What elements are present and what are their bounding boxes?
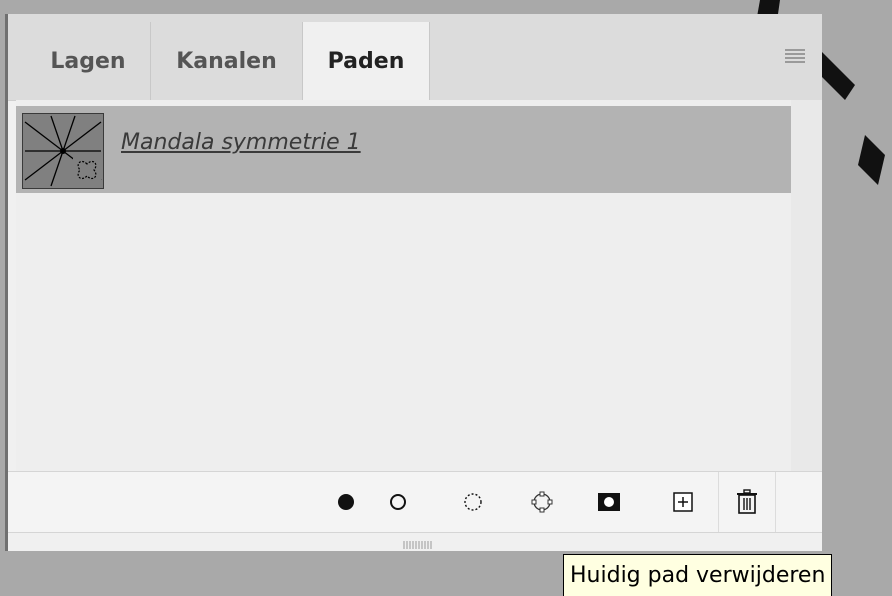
resize-grip[interactable] (388, 537, 448, 549)
panel-footer (8, 471, 822, 533)
tab-bar: Lagen Kanalen Paden (8, 14, 822, 101)
list-scroll-area[interactable] (791, 100, 822, 474)
path-row-selected[interactable]: Mandala symmetrie 1 (16, 106, 791, 193)
delete-path-button[interactable] (727, 482, 767, 522)
fill-path-button[interactable] (326, 482, 366, 522)
add-mask-button[interactable] (589, 482, 629, 522)
tab-lagen[interactable]: Lagen (26, 22, 151, 100)
paths-list: Mandala symmetrie 1 (16, 100, 822, 474)
stroke-path-icon (390, 494, 406, 510)
tab-kanalen[interactable]: Kanalen (151, 22, 303, 100)
delete-path-icon (737, 489, 757, 514)
tooltip: Huidig pad verwijderen (563, 554, 833, 596)
tab-paden[interactable]: Paden (303, 22, 430, 101)
tooltip-text: Huidig pad verwijderen (570, 563, 826, 588)
path-thumbnail (22, 113, 104, 189)
top-strip (0, 0, 892, 14)
fill-path-icon (338, 494, 354, 510)
path-name-label[interactable]: Mandala symmetrie 1 (121, 130, 361, 155)
add-mask-icon (598, 493, 620, 511)
new-path-button[interactable] (663, 482, 703, 522)
load-selection-button[interactable] (453, 482, 493, 522)
panel-menu-icon[interactable] (783, 44, 807, 68)
new-path-icon (673, 492, 693, 512)
make-path-button[interactable] (522, 482, 562, 522)
paths-panel: Lagen Kanalen Paden Mandala symmetrie 1 (5, 14, 822, 551)
make-path-from-selection-icon (531, 491, 553, 513)
stroke-path-button[interactable] (378, 482, 418, 522)
load-selection-icon (464, 493, 482, 511)
